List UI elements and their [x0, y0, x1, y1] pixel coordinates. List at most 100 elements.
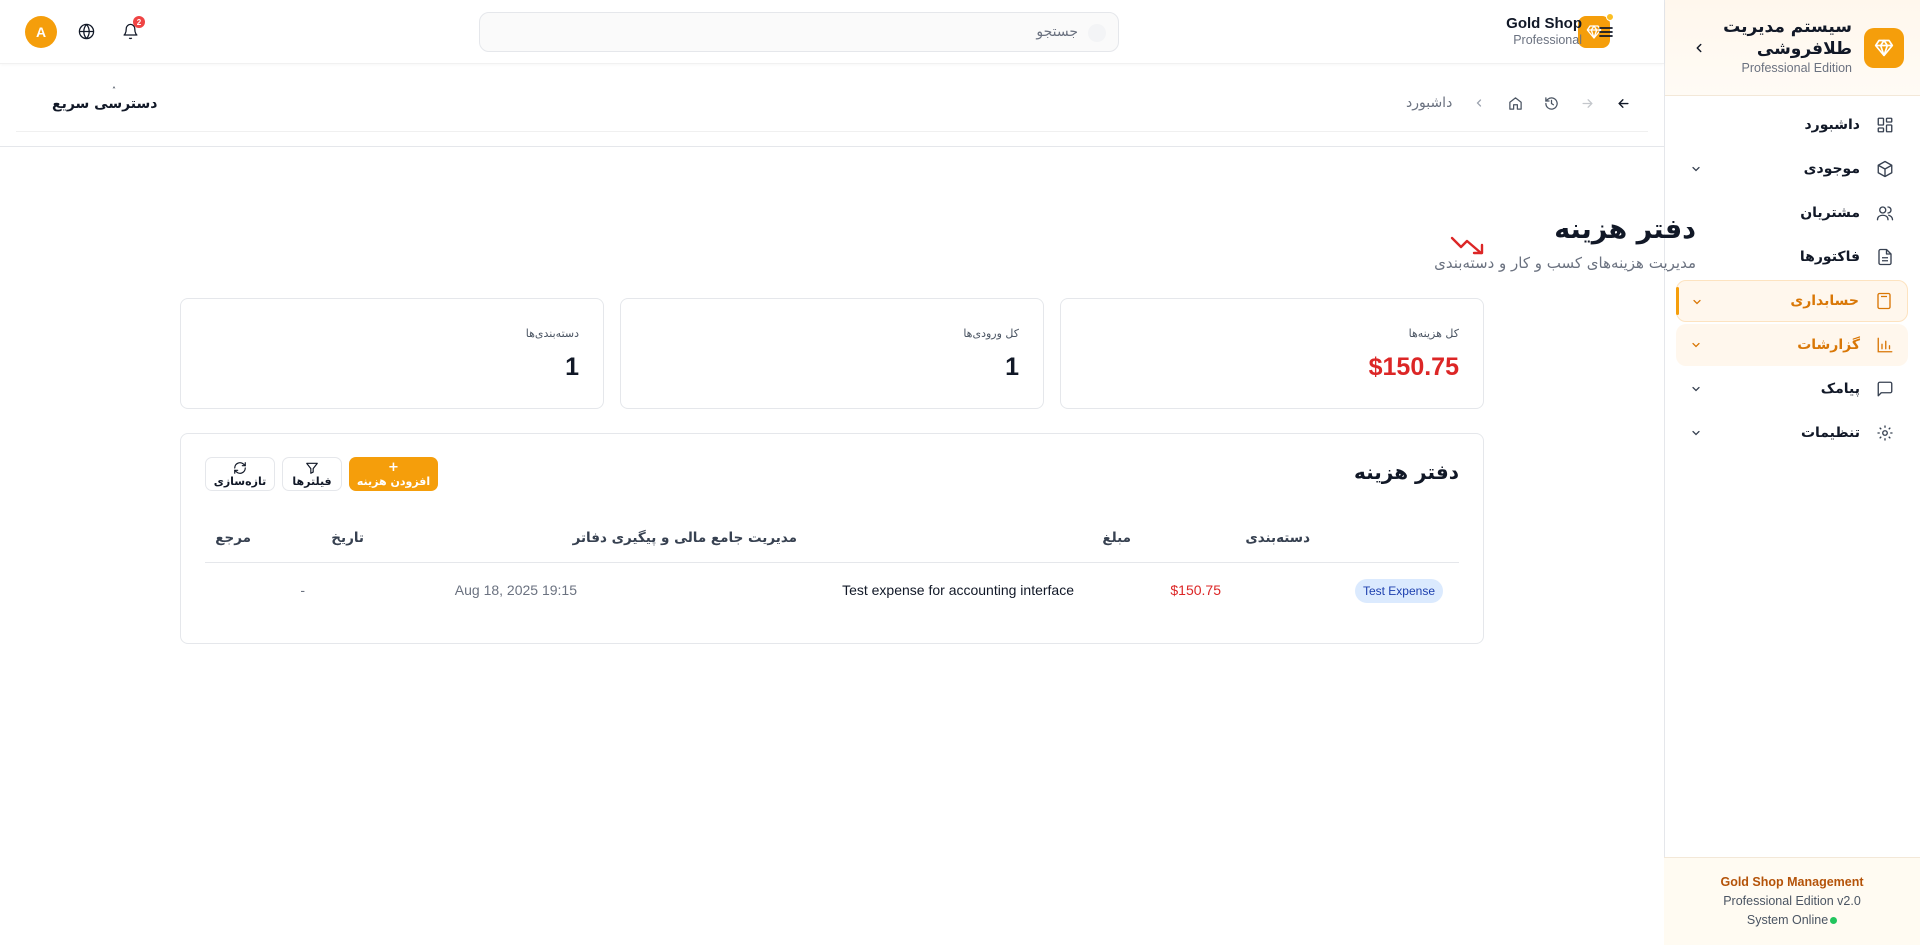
sidebar-item-label: تنظیمات	[1800, 425, 1860, 441]
chevron-down-icon	[1688, 425, 1704, 441]
globe-icon[interactable]	[75, 20, 97, 42]
app-root: سیستم مدیریت طلافروشی Professional Editi…	[0, 0, 1920, 945]
add-expense-label: افزودن هزینه	[356, 474, 431, 488]
chevron-down-icon	[1689, 294, 1705, 310]
search-box	[479, 12, 1119, 52]
column-header-reference[interactable]: مرجع	[215, 530, 251, 546]
stat-label: کل ورودی‌ها	[963, 327, 1019, 340]
sidebar-item-sms[interactable]: پیامک	[1676, 368, 1908, 410]
diamond-logo-icon	[1864, 28, 1904, 68]
sidebar-header: سیستم مدیریت طلافروشی Professional Editi…	[1665, 0, 1920, 96]
sidebar-item-label: حسابداری	[1790, 293, 1859, 309]
breadcrumb-current[interactable]: داشبورد	[1406, 95, 1452, 111]
plus-icon: +	[388, 460, 399, 475]
stat-value: 1	[1005, 353, 1019, 381]
message-icon	[1874, 378, 1896, 400]
history-icon[interactable]	[1542, 94, 1560, 112]
sidebar-item-dashboard[interactable]: داشبورد	[1676, 104, 1908, 146]
refresh-button[interactable]: تازه‌سازی	[205, 457, 275, 491]
stat-card-total-entries: کل ورودی‌ها 1	[620, 298, 1044, 409]
chevron-down-icon	[1688, 161, 1704, 177]
home-icon[interactable]	[1506, 94, 1524, 112]
refresh-icon	[233, 461, 247, 475]
sidebar-item-label: پیامک	[1820, 381, 1860, 397]
chevron-left-icon	[1470, 94, 1488, 112]
stat-value: $150.75	[1368, 353, 1459, 381]
quick-access-button[interactable]: دسترسی سریع ˄	[52, 86, 158, 112]
online-status-dot-icon	[1830, 916, 1838, 924]
footer-status: System Online	[1746, 913, 1838, 927]
refresh-label: تازه‌سازی	[213, 474, 267, 488]
cell-amount: $150.75	[1170, 582, 1221, 598]
users-icon	[1874, 202, 1896, 224]
avatar[interactable]: A	[25, 16, 57, 48]
column-header-description[interactable]: مدیریت جامع مالی و پیگیری دفاتر	[573, 530, 797, 546]
stat-card-total-expenses: کل هزینه‌ها $150.75	[1060, 298, 1484, 409]
footer-status-text: System Online	[1746, 913, 1829, 927]
chevron-left-icon[interactable]	[1689, 38, 1709, 58]
sidebar-footer: Gold Shop Management Professional Editio…	[1664, 857, 1920, 945]
sidebar-item-label: گزارشات	[1797, 337, 1860, 353]
sidebar-item-label: موجودی	[1803, 161, 1860, 177]
arrow-back-icon[interactable]	[1614, 94, 1632, 112]
sidebar-item-customers[interactable]: مشتریان	[1676, 192, 1908, 234]
filters-button[interactable]: فیلترها	[282, 457, 342, 491]
footer-app-name: Gold Shop Management	[1720, 875, 1864, 889]
footer-edition: Professional Edition v2.0	[1723, 894, 1861, 908]
column-header-category[interactable]: دسته‌بندی	[1245, 530, 1310, 546]
panel-title: دفتر هزینه	[1353, 460, 1459, 484]
chevron-down-icon	[1688, 381, 1704, 397]
status-dot-icon	[1606, 13, 1614, 21]
add-expense-button[interactable]: + افزودن هزینه	[349, 457, 438, 491]
bar-chart-icon	[1874, 334, 1896, 356]
arrow-forward-icon[interactable]	[1578, 94, 1596, 112]
page-subtitle: مدیریت هزینه‌های کسب و کار و دسته‌بندی	[1434, 254, 1696, 272]
header-brand-sub: Professional	[1513, 33, 1582, 47]
sidebar-item-reports[interactable]: گزارشات	[1676, 324, 1908, 366]
quick-access-label: دسترسی سریع	[52, 96, 158, 112]
sidebar-title: سیستم مدیریت طلافروشی	[1723, 17, 1852, 59]
chevron-down-icon	[1688, 337, 1704, 353]
category-badge: Test Expense	[1354, 579, 1443, 603]
breadcrumb-inner: دسترسی سریع ˄ داشبورد	[16, 66, 1648, 132]
header-brand-name: Gold Shop	[1506, 15, 1582, 32]
filters-label: فیلترها	[292, 474, 332, 488]
sidebar: سیستم مدیریت طلافروشی Professional Editi…	[1664, 0, 1920, 945]
cell-reference: -	[300, 582, 305, 598]
stat-card-categories: دسته‌بندی‌ها 1	[180, 298, 604, 409]
breadcrumb: داشبورد	[1406, 92, 1632, 114]
bell-icon[interactable]: 2	[119, 16, 145, 42]
package-icon	[1874, 158, 1896, 180]
sidebar-subtitle: Professional Edition	[1741, 61, 1852, 75]
header-brand: Gold Shop Professional	[1460, 13, 1614, 50]
gear-icon	[1874, 422, 1896, 444]
search-icon	[1088, 24, 1106, 42]
search-input[interactable]	[480, 13, 1118, 51]
trending-down-icon	[1450, 234, 1484, 256]
sidebar-item-accounting[interactable]: حسابداری	[1676, 280, 1908, 322]
stat-label: کل هزینه‌ها	[1408, 327, 1459, 340]
sidebar-item-inventory[interactable]: موجودی	[1676, 148, 1908, 190]
stat-value: 1	[565, 353, 579, 381]
expense-ledger-panel: دفتر هزینه + افزودن هزینه فیلترها تازه‌س…	[180, 433, 1484, 644]
calculator-icon	[1873, 290, 1895, 312]
chevron-up-icon: ˄	[112, 86, 116, 95]
sidebar-item-settings[interactable]: تنظیمات	[1676, 412, 1908, 454]
dashboard-icon	[1874, 114, 1896, 136]
cell-description: Test expense for accounting interface	[842, 582, 1074, 598]
document-icon	[1874, 246, 1896, 268]
sidebar-item-label: مشتریان	[1800, 205, 1860, 221]
top-header: A 2 Gold Shop Professional	[0, 0, 1664, 64]
table-header-divider	[205, 562, 1459, 563]
sidebar-nav: داشبورد موجودی مشتریان فاکتورها حسابداری	[1676, 104, 1908, 456]
sidebar-item-label: فاکتورها	[1799, 249, 1860, 265]
column-header-amount[interactable]: مبلغ	[1102, 530, 1131, 546]
menu-icon[interactable]	[1596, 22, 1616, 42]
stat-label: دسته‌بندی‌ها	[525, 327, 579, 340]
sidebar-item-label: داشبورد	[1804, 117, 1861, 133]
breadcrumb-bar: دسترسی سریع ˄ داشبورد	[0, 66, 1664, 147]
sidebar-item-invoices[interactable]: فاکتورها	[1676, 236, 1908, 278]
cell-date: Aug 18, 2025 19:15	[454, 582, 577, 598]
column-header-date[interactable]: تاریخ	[331, 530, 364, 546]
filter-icon	[305, 461, 319, 475]
